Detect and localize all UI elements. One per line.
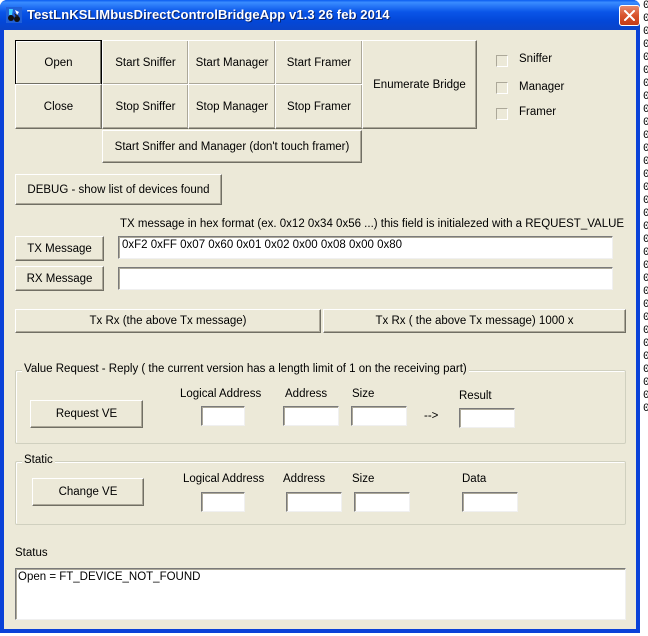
change-ve-button[interactable]: Change VE bbox=[32, 478, 144, 506]
vr-arrow: --> bbox=[424, 410, 439, 422]
tx-rx-1000-button[interactable]: Tx Rx ( the above Tx message) 1000 x bbox=[323, 309, 626, 333]
tx-message-input[interactable]: 0xF2 0xFF 0x07 0x60 0x01 0x02 0x00 0x08 … bbox=[118, 236, 613, 259]
vr-logical-address-input[interactable] bbox=[201, 406, 245, 426]
status-textarea[interactable]: Open = FT_DEVICE_NOT_FOUND bbox=[15, 568, 626, 620]
checkbox-sniffer-label[interactable]: Sniffer bbox=[519, 53, 552, 65]
close-icon bbox=[624, 10, 635, 21]
app-icon bbox=[6, 7, 22, 23]
value-request-group-title: Value Request - Reply ( the current vers… bbox=[22, 363, 469, 375]
start-sniffer-and-manager-button[interactable]: Start Sniffer and Manager (don't touch f… bbox=[102, 130, 362, 163]
status-label: Status bbox=[15, 547, 48, 559]
vr-address-input[interactable] bbox=[283, 406, 339, 426]
st-logical-address-label: Logical Address bbox=[183, 473, 265, 485]
static-group-title: Static bbox=[22, 454, 55, 466]
vr-size-input[interactable] bbox=[351, 406, 407, 426]
stop-framer-button[interactable]: Stop Framer bbox=[275, 84, 363, 129]
close-button[interactable] bbox=[619, 5, 640, 26]
app-window: TestLnKSLIMbusDirectControlBridgeApp v1.… bbox=[0, 0, 640, 633]
stop-sniffer-button[interactable]: Stop Sniffer bbox=[102, 84, 189, 129]
close-device-button[interactable]: Close bbox=[15, 84, 102, 129]
vr-result-label: Result bbox=[459, 390, 492, 402]
request-ve-button[interactable]: Request VE bbox=[30, 400, 143, 428]
st-size-input[interactable] bbox=[354, 492, 410, 512]
debug-devices-button[interactable]: DEBUG - show list of devices found bbox=[15, 174, 222, 205]
vr-result-input[interactable] bbox=[459, 408, 515, 428]
checkbox-framer-box[interactable] bbox=[496, 108, 508, 120]
title-bar[interactable]: TestLnKSLIMbusDirectControlBridgeApp v1.… bbox=[0, 0, 640, 30]
start-framer-button[interactable]: Start Framer bbox=[275, 40, 363, 85]
checkbox-framer-label[interactable]: Framer bbox=[519, 106, 556, 118]
rx-message-input[interactable] bbox=[118, 267, 613, 290]
dialog-client-area: Open Close Start Sniffer Stop Sniffer St… bbox=[4, 30, 636, 629]
vr-logical-address-label: Logical Address bbox=[180, 388, 262, 400]
st-logical-address-input[interactable] bbox=[201, 492, 245, 512]
tx-message-button[interactable]: TX Message bbox=[15, 236, 104, 261]
tx-hint-label: TX message in hex format (ex. 0x12 0x34 … bbox=[120, 218, 625, 230]
start-sniffer-button[interactable]: Start Sniffer bbox=[102, 40, 189, 85]
checkbox-sniffer-box[interactable] bbox=[496, 55, 508, 67]
st-size-label: Size bbox=[352, 473, 375, 485]
vr-size-label: Size bbox=[352, 388, 375, 400]
enumerate-bridge-button[interactable]: Enumerate Bridge bbox=[362, 40, 477, 129]
stop-manager-button[interactable]: Stop Manager bbox=[188, 84, 276, 129]
start-manager-button[interactable]: Start Manager bbox=[188, 40, 276, 85]
background-window-text: 0 0 0 0 0 0 0 0 0 0 0 0 0 0 0 0 0 0 0 0 … bbox=[643, 0, 648, 415]
st-address-input[interactable] bbox=[286, 492, 342, 512]
vr-address-label: Address bbox=[285, 388, 328, 400]
open-button[interactable]: Open bbox=[15, 40, 102, 85]
window-title: TestLnKSLIMbusDirectControlBridgeApp v1.… bbox=[27, 7, 390, 22]
st-data-label: Data bbox=[462, 473, 487, 485]
st-address-label: Address bbox=[283, 473, 326, 485]
checkbox-manager-label[interactable]: Manager bbox=[519, 81, 564, 93]
tx-rx-button[interactable]: Tx Rx (the above Tx message) bbox=[15, 309, 321, 333]
checkbox-manager-box[interactable] bbox=[496, 82, 508, 94]
st-data-input[interactable] bbox=[462, 492, 518, 512]
rx-message-button[interactable]: RX Message bbox=[15, 266, 104, 291]
